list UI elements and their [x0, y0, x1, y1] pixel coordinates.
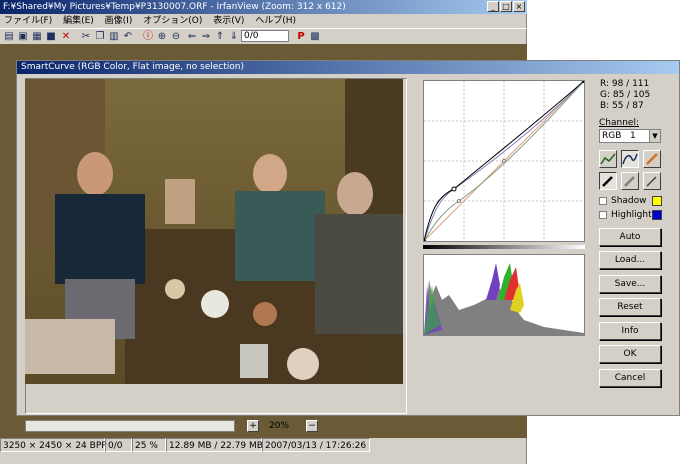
- zoom-plus-button[interactable]: +: [247, 420, 259, 432]
- open-icon[interactable]: ▤: [3, 31, 15, 43]
- info-button[interactable]: Info: [599, 322, 661, 340]
- zoom-out-icon[interactable]: ⊖: [170, 31, 182, 43]
- curve-smooth-tool-icon[interactable]: [621, 150, 639, 168]
- thumbnails-icon[interactable]: ▦: [31, 31, 43, 43]
- status-dimensions: 3250 × 2450 × 24 BPP: [0, 438, 107, 452]
- white-eyedropper-icon[interactable]: [643, 172, 661, 190]
- pencil-icon[interactable]: [643, 150, 661, 168]
- highlight-checkbox[interactable]: Highlight: [599, 209, 669, 221]
- zoom-value: 20%: [269, 421, 290, 431]
- menu-image[interactable]: 画像(I): [105, 16, 133, 26]
- reset-button[interactable]: Reset: [599, 298, 661, 316]
- save-icon[interactable]: ■: [45, 31, 57, 43]
- histogram: [423, 254, 585, 336]
- channel-label: Channel:: [599, 118, 639, 128]
- shadow-label: Shadow: [611, 196, 647, 206]
- auto-button[interactable]: Auto: [599, 228, 661, 246]
- shadow-checkbox[interactable]: Shadow: [599, 195, 669, 207]
- status-bar: 3250 × 2450 × 24 BPP 0/0 25 % 12.89 MB /…: [0, 438, 527, 452]
- paste-icon[interactable]: ▥: [108, 31, 120, 43]
- scan-icon[interactable]: ▩: [309, 31, 321, 43]
- irfanview-title-bar[interactable]: F:¥Shared¥My Pictures¥Temp¥P3130007.ORF …: [0, 0, 527, 14]
- gray-eyedropper-icon[interactable]: [621, 172, 639, 190]
- cancel-button[interactable]: Cancel: [599, 369, 661, 387]
- load-button[interactable]: Load...: [599, 251, 661, 269]
- highlight-label: Highlight: [611, 210, 652, 220]
- last-page-icon[interactable]: ⇓: [228, 31, 240, 43]
- black-eyedropper-icon[interactable]: [599, 172, 617, 190]
- cut-icon[interactable]: ✂: [80, 31, 92, 43]
- preview-zoom-bar: + 20% −: [25, 419, 400, 433]
- undo-icon[interactable]: ↶: [122, 31, 134, 43]
- readout-blue: B: 55 / 87: [600, 101, 644, 111]
- channel-number: 1: [630, 131, 636, 141]
- prev-icon[interactable]: ⇐: [186, 31, 198, 43]
- save-button[interactable]: Save...: [599, 275, 661, 293]
- menu-help[interactable]: ヘルプ(H): [255, 16, 296, 26]
- delete-icon[interactable]: ✕: [60, 31, 72, 43]
- preview-photo[interactable]: [25, 79, 403, 384]
- tone-gradient-bar: [423, 245, 585, 249]
- readout-red: R: 98 / 111: [600, 79, 650, 89]
- menu-bar: ファイル(F) 編集(E) 画像(I) オプション(O) 表示(V) ヘルプ(H…: [0, 14, 527, 28]
- print-icon[interactable]: P: [295, 31, 307, 43]
- zoom-minus-button[interactable]: −: [306, 420, 318, 432]
- ok-button[interactable]: OK: [599, 345, 661, 363]
- shadow-checkbox-box[interactable]: [599, 197, 607, 205]
- info-icon[interactable]: ⓘ: [142, 31, 154, 43]
- channel-select[interactable]: RGB 1 ▼: [599, 129, 661, 143]
- readout-green: G: 85 / 105: [600, 90, 651, 100]
- first-page-icon[interactable]: ⇑: [214, 31, 226, 43]
- irfanview-title: F:¥Shared¥My Pictures¥Temp¥P3130007.ORF …: [3, 2, 346, 12]
- smartcurve-dialog: SmartCurve (RGB Color, Flat image, no se…: [16, 60, 680, 432]
- next-icon[interactable]: ⇒: [200, 31, 212, 43]
- highlight-checkbox-box[interactable]: [599, 211, 607, 219]
- maximize-button[interactable]: □: [500, 1, 512, 12]
- chevron-down-icon[interactable]: ▼: [649, 130, 660, 142]
- desktop-background: [527, 0, 680, 56]
- preview-scrollbar[interactable]: [25, 420, 235, 432]
- status-zoom: 25 %: [132, 438, 166, 452]
- menu-view[interactable]: 表示(V): [213, 16, 244, 26]
- zoom-in-icon[interactable]: ⊕: [156, 31, 168, 43]
- curve-linear-tool-icon[interactable]: [599, 150, 617, 168]
- menu-options[interactable]: オプション(O): [143, 16, 202, 26]
- menu-file[interactable]: ファイル(F): [4, 16, 52, 26]
- status-datetime: 2007/03/13 / 17:26:26: [262, 438, 370, 452]
- highlight-color-swatch[interactable]: [652, 210, 662, 220]
- copy-icon[interactable]: ❐: [94, 31, 106, 43]
- smartcurve-title[interactable]: SmartCurve (RGB Color, Flat image, no se…: [17, 61, 679, 74]
- minimize-button[interactable]: _: [487, 1, 499, 12]
- menu-edit[interactable]: 編集(E): [63, 16, 94, 26]
- page-counter-field[interactable]: 0/0: [241, 30, 289, 42]
- shadow-color-swatch[interactable]: [652, 196, 662, 206]
- rgb-readout: R: 98 / 111 G: 85 / 105 B: 55 / 87: [600, 79, 650, 112]
- close-button[interactable]: ×: [513, 1, 525, 12]
- curve-editor[interactable]: [422, 79, 586, 243]
- status-memory: 12.89 MB / 22.79 MB: [166, 438, 263, 452]
- status-page: 0/0: [105, 438, 132, 452]
- slideshow-icon[interactable]: ▣: [17, 31, 29, 43]
- channel-value: RGB: [602, 131, 622, 141]
